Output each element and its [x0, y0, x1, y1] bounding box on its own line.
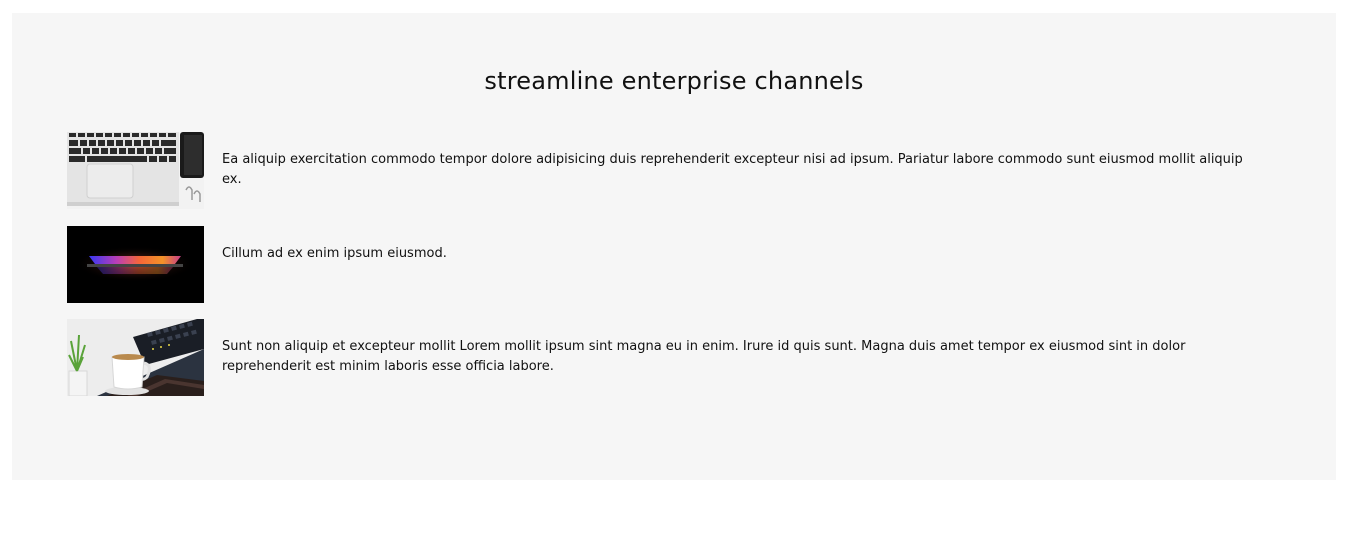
list-item: Ea aliquip exercitation commodo tempor d… — [67, 132, 1267, 209]
laptop-keyboard-thumbnail — [67, 132, 204, 209]
section-title: streamline enterprise channels — [484, 67, 864, 95]
feature-section: streamline enterprise channels Ea aliqui… — [12, 13, 1336, 480]
list-item: Cillum ad ex enim ipsum eiusmod. — [67, 226, 1267, 303]
list-item-text: Sunt non aliquip et excepteur mollit Lor… — [222, 339, 1186, 374]
list-item: Sunt non aliquip et excepteur mollit Lor… — [67, 319, 1267, 396]
list-item-text: Ea aliquip exercitation commodo tempor d… — [222, 152, 1243, 187]
glowing-laptop-thumbnail — [67, 226, 204, 303]
list-item-text: Cillum ad ex enim ipsum eiusmod. — [222, 246, 447, 261]
desk-coffee-keyboard-thumbnail — [67, 319, 204, 396]
